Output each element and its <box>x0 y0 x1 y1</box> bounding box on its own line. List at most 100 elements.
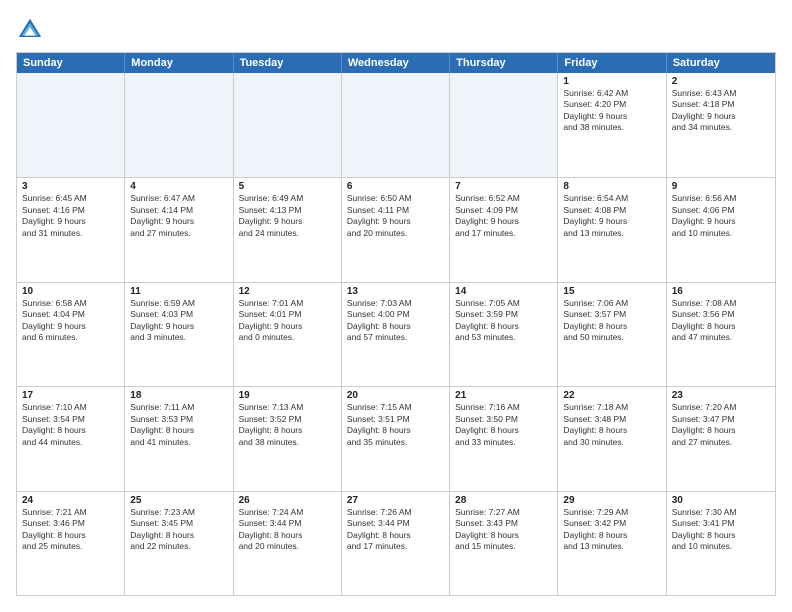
day-number: 30 <box>672 495 770 506</box>
day-cell-11: 11Sunrise: 6:59 AM Sunset: 4:03 PM Dayli… <box>125 283 233 386</box>
day-cell-24: 24Sunrise: 7:21 AM Sunset: 3:46 PM Dayli… <box>17 492 125 595</box>
day-number: 15 <box>563 286 660 297</box>
day-number: 12 <box>239 286 336 297</box>
week-row-1: 3Sunrise: 6:45 AM Sunset: 4:16 PM Daylig… <box>17 177 775 281</box>
day-info: Sunrise: 7:03 AM Sunset: 4:00 PM Dayligh… <box>347 298 444 344</box>
day-info: Sunrise: 6:54 AM Sunset: 4:08 PM Dayligh… <box>563 193 660 239</box>
day-info: Sunrise: 7:29 AM Sunset: 3:42 PM Dayligh… <box>563 507 660 553</box>
day-number: 1 <box>563 76 660 87</box>
day-number: 27 <box>347 495 444 506</box>
week-row-2: 10Sunrise: 6:58 AM Sunset: 4:04 PM Dayli… <box>17 282 775 386</box>
day-cell-13: 13Sunrise: 7:03 AM Sunset: 4:00 PM Dayli… <box>342 283 450 386</box>
day-info: Sunrise: 6:42 AM Sunset: 4:20 PM Dayligh… <box>563 88 660 134</box>
day-info: Sunrise: 7:20 AM Sunset: 3:47 PM Dayligh… <box>672 402 770 448</box>
day-number: 28 <box>455 495 552 506</box>
day-number: 18 <box>130 390 227 401</box>
day-number: 9 <box>672 181 770 192</box>
day-cell-26: 26Sunrise: 7:24 AM Sunset: 3:44 PM Dayli… <box>234 492 342 595</box>
day-cell-23: 23Sunrise: 7:20 AM Sunset: 3:47 PM Dayli… <box>667 387 775 490</box>
day-cell-12: 12Sunrise: 7:01 AM Sunset: 4:01 PM Dayli… <box>234 283 342 386</box>
day-info: Sunrise: 7:26 AM Sunset: 3:44 PM Dayligh… <box>347 507 444 553</box>
day-info: Sunrise: 6:52 AM Sunset: 4:09 PM Dayligh… <box>455 193 552 239</box>
day-number: 22 <box>563 390 660 401</box>
day-cell-22: 22Sunrise: 7:18 AM Sunset: 3:48 PM Dayli… <box>558 387 666 490</box>
day-number: 5 <box>239 181 336 192</box>
day-cell-15: 15Sunrise: 7:06 AM Sunset: 3:57 PM Dayli… <box>558 283 666 386</box>
day-number: 7 <box>455 181 552 192</box>
day-number: 20 <box>347 390 444 401</box>
empty-cell <box>450 73 558 177</box>
day-cell-18: 18Sunrise: 7:11 AM Sunset: 3:53 PM Dayli… <box>125 387 233 490</box>
header-tuesday: Tuesday <box>234 53 342 73</box>
day-info: Sunrise: 7:16 AM Sunset: 3:50 PM Dayligh… <box>455 402 552 448</box>
day-cell-4: 4Sunrise: 6:47 AM Sunset: 4:14 PM Daylig… <box>125 178 233 281</box>
logo-icon <box>16 16 44 44</box>
day-cell-19: 19Sunrise: 7:13 AM Sunset: 3:52 PM Dayli… <box>234 387 342 490</box>
day-cell-16: 16Sunrise: 7:08 AM Sunset: 3:56 PM Dayli… <box>667 283 775 386</box>
header-sunday: Sunday <box>17 53 125 73</box>
week-row-0: 1Sunrise: 6:42 AM Sunset: 4:20 PM Daylig… <box>17 73 775 177</box>
day-number: 13 <box>347 286 444 297</box>
empty-cell <box>17 73 125 177</box>
day-number: 26 <box>239 495 336 506</box>
header-monday: Monday <box>125 53 233 73</box>
empty-cell <box>234 73 342 177</box>
day-info: Sunrise: 7:08 AM Sunset: 3:56 PM Dayligh… <box>672 298 770 344</box>
day-info: Sunrise: 7:24 AM Sunset: 3:44 PM Dayligh… <box>239 507 336 553</box>
logo <box>16 16 48 44</box>
day-cell-3: 3Sunrise: 6:45 AM Sunset: 4:16 PM Daylig… <box>17 178 125 281</box>
day-info: Sunrise: 7:23 AM Sunset: 3:45 PM Dayligh… <box>130 507 227 553</box>
day-info: Sunrise: 7:13 AM Sunset: 3:52 PM Dayligh… <box>239 402 336 448</box>
day-cell-2: 2Sunrise: 6:43 AM Sunset: 4:18 PM Daylig… <box>667 73 775 177</box>
day-number: 29 <box>563 495 660 506</box>
week-row-4: 24Sunrise: 7:21 AM Sunset: 3:46 PM Dayli… <box>17 491 775 595</box>
day-cell-29: 29Sunrise: 7:29 AM Sunset: 3:42 PM Dayli… <box>558 492 666 595</box>
day-info: Sunrise: 7:06 AM Sunset: 3:57 PM Dayligh… <box>563 298 660 344</box>
calendar: SundayMondayTuesdayWednesdayThursdayFrid… <box>16 52 776 596</box>
week-row-3: 17Sunrise: 7:10 AM Sunset: 3:54 PM Dayli… <box>17 386 775 490</box>
day-info: Sunrise: 7:15 AM Sunset: 3:51 PM Dayligh… <box>347 402 444 448</box>
day-info: Sunrise: 6:56 AM Sunset: 4:06 PM Dayligh… <box>672 193 770 239</box>
day-cell-14: 14Sunrise: 7:05 AM Sunset: 3:59 PM Dayli… <box>450 283 558 386</box>
day-info: Sunrise: 6:49 AM Sunset: 4:13 PM Dayligh… <box>239 193 336 239</box>
day-cell-6: 6Sunrise: 6:50 AM Sunset: 4:11 PM Daylig… <box>342 178 450 281</box>
day-info: Sunrise: 6:50 AM Sunset: 4:11 PM Dayligh… <box>347 193 444 239</box>
day-number: 14 <box>455 286 552 297</box>
header-wednesday: Wednesday <box>342 53 450 73</box>
day-number: 3 <box>22 181 119 192</box>
day-cell-28: 28Sunrise: 7:27 AM Sunset: 3:43 PM Dayli… <box>450 492 558 595</box>
day-info: Sunrise: 7:18 AM Sunset: 3:48 PM Dayligh… <box>563 402 660 448</box>
header-saturday: Saturday <box>667 53 775 73</box>
empty-cell <box>125 73 233 177</box>
day-info: Sunrise: 7:27 AM Sunset: 3:43 PM Dayligh… <box>455 507 552 553</box>
day-number: 8 <box>563 181 660 192</box>
day-cell-9: 9Sunrise: 6:56 AM Sunset: 4:06 PM Daylig… <box>667 178 775 281</box>
day-cell-27: 27Sunrise: 7:26 AM Sunset: 3:44 PM Dayli… <box>342 492 450 595</box>
day-info: Sunrise: 6:43 AM Sunset: 4:18 PM Dayligh… <box>672 88 770 134</box>
day-number: 16 <box>672 286 770 297</box>
day-number: 10 <box>22 286 119 297</box>
empty-cell <box>342 73 450 177</box>
calendar-header: SundayMondayTuesdayWednesdayThursdayFrid… <box>17 53 775 73</box>
day-info: Sunrise: 6:59 AM Sunset: 4:03 PM Dayligh… <box>130 298 227 344</box>
day-number: 25 <box>130 495 227 506</box>
day-info: Sunrise: 6:45 AM Sunset: 4:16 PM Dayligh… <box>22 193 119 239</box>
day-number: 23 <box>672 390 770 401</box>
header-thursday: Thursday <box>450 53 558 73</box>
day-cell-21: 21Sunrise: 7:16 AM Sunset: 3:50 PM Dayli… <box>450 387 558 490</box>
day-info: Sunrise: 6:58 AM Sunset: 4:04 PM Dayligh… <box>22 298 119 344</box>
day-number: 2 <box>672 76 770 87</box>
day-number: 11 <box>130 286 227 297</box>
header-friday: Friday <box>558 53 666 73</box>
day-cell-10: 10Sunrise: 6:58 AM Sunset: 4:04 PM Dayli… <box>17 283 125 386</box>
page: SundayMondayTuesdayWednesdayThursdayFrid… <box>0 0 792 612</box>
day-cell-8: 8Sunrise: 6:54 AM Sunset: 4:08 PM Daylig… <box>558 178 666 281</box>
day-cell-30: 30Sunrise: 7:30 AM Sunset: 3:41 PM Dayli… <box>667 492 775 595</box>
day-number: 19 <box>239 390 336 401</box>
day-info: Sunrise: 7:30 AM Sunset: 3:41 PM Dayligh… <box>672 507 770 553</box>
day-info: Sunrise: 7:21 AM Sunset: 3:46 PM Dayligh… <box>22 507 119 553</box>
day-cell-20: 20Sunrise: 7:15 AM Sunset: 3:51 PM Dayli… <box>342 387 450 490</box>
day-number: 4 <box>130 181 227 192</box>
day-number: 24 <box>22 495 119 506</box>
day-number: 17 <box>22 390 119 401</box>
